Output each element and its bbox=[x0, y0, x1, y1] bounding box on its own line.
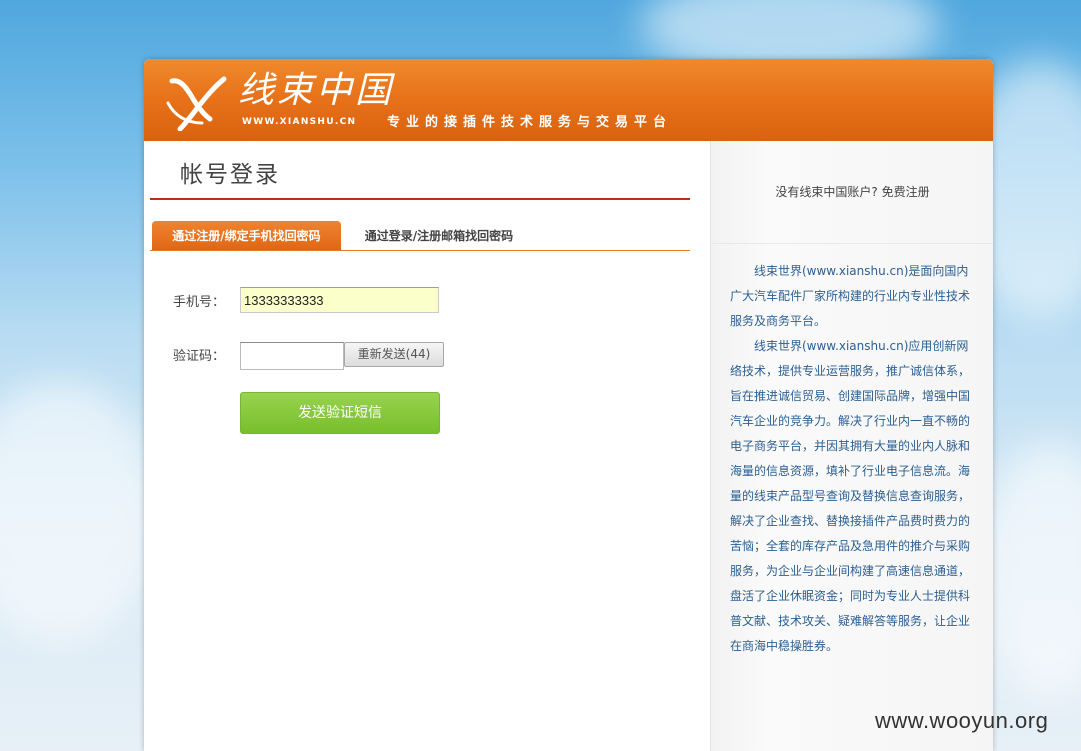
background-cloud bbox=[0, 380, 160, 640]
verification-code-input[interactable] bbox=[240, 342, 344, 370]
logo-icon[interactable] bbox=[166, 73, 230, 131]
logo-text[interactable]: 线束中国 bbox=[238, 69, 394, 113]
about-paragraph: 线束世界(www.xianshu.cn)是面向国内广大汽车配件厂家所构建的行业内… bbox=[730, 264, 971, 328]
tab-email-recovery[interactable]: 通过登录/注册邮箱找回密码 bbox=[349, 221, 529, 251]
page-title: 帐号登录 bbox=[180, 162, 280, 188]
page-frame: 线束中国 WWW.XIANSHU.CN 专业的接插件技术服务与交易平台 帐号登录… bbox=[144, 59, 993, 751]
about-paragraph: 线束世界(www.xianshu.cn)应用创新网络技术，提供专业运营服务，推广… bbox=[730, 339, 971, 653]
verification-code-label: 验证码： bbox=[173, 349, 226, 364]
title-divider bbox=[150, 198, 690, 200]
site-slogan: 专业的接插件技术服务与交易平台 bbox=[387, 115, 673, 130]
phone-label: 手机号： bbox=[173, 295, 226, 310]
tab-phone-recovery[interactable]: 通过注册/绑定手机找回密码 bbox=[152, 221, 341, 251]
resend-code-button[interactable]: 重新发送(44) bbox=[344, 342, 444, 367]
sidebar-divider bbox=[711, 243, 993, 244]
logo-url: WWW.XIANSHU.CN bbox=[242, 117, 357, 127]
register-link[interactable]: 没有线束中国账户? 免费注册 bbox=[711, 183, 993, 200]
tab-bar-divider bbox=[150, 250, 690, 251]
sidebar: 没有线束中国账户? 免费注册 线束世界(www.xianshu.cn)是面向国内… bbox=[710, 141, 993, 751]
phone-input[interactable] bbox=[240, 287, 439, 313]
background-cloud bbox=[980, 440, 1081, 700]
watermark-text: www.wooyun.org bbox=[875, 708, 1049, 733]
site-header: 线束中国 WWW.XIANSHU.CN 专业的接插件技术服务与交易平台 bbox=[144, 59, 993, 141]
send-sms-button[interactable]: 发送验证短信 bbox=[240, 392, 440, 434]
